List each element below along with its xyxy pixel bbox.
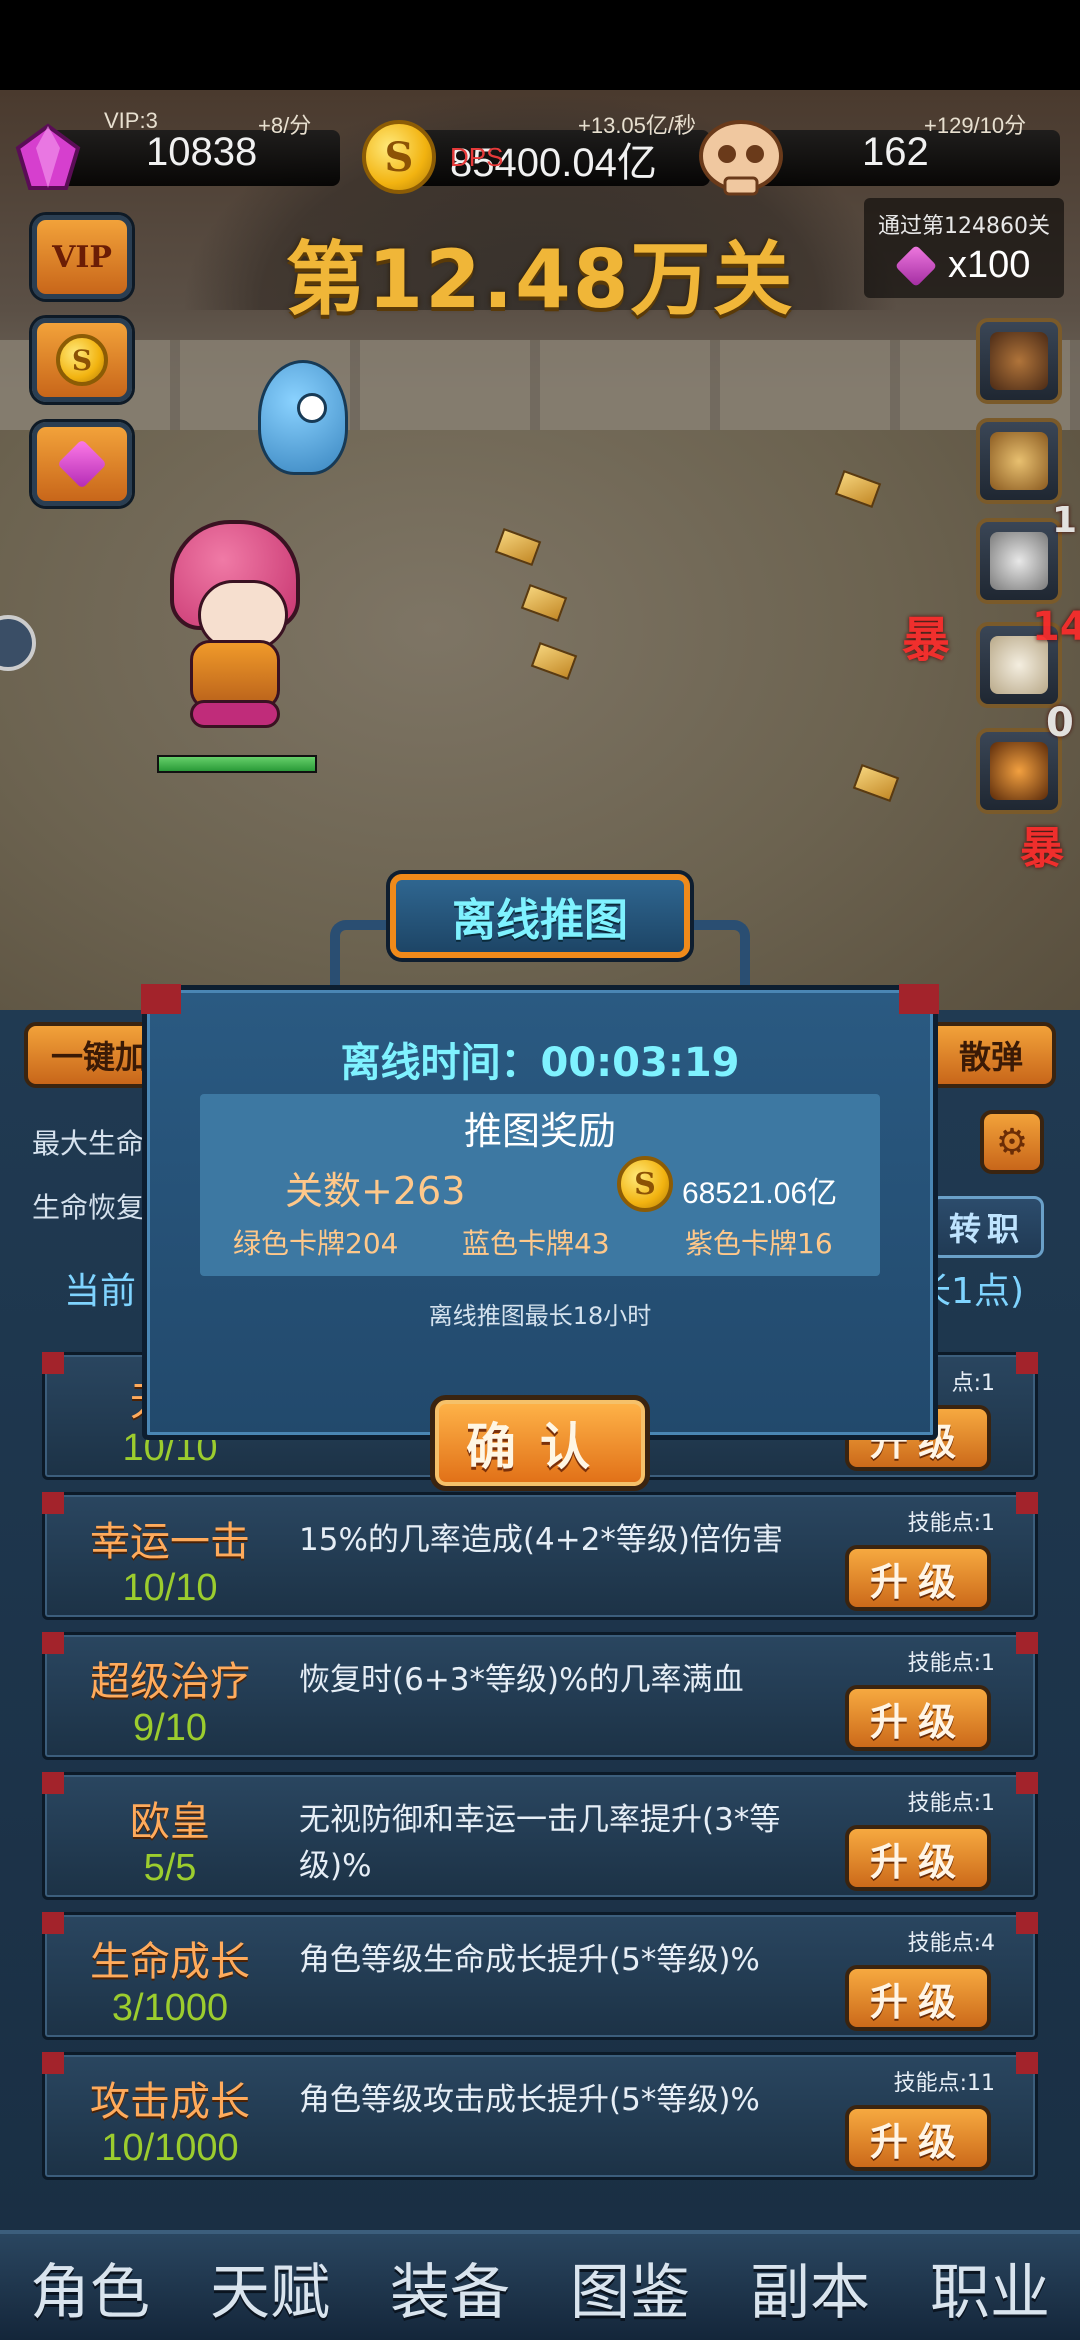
dialog-title: 离线推图	[390, 874, 690, 958]
reward-blue-cards: 蓝色卡牌43	[462, 1227, 610, 1260]
confirm-button[interactable]: 确认	[430, 1395, 650, 1491]
offline-time: 离线时间：00:03:19	[340, 1040, 740, 1086]
dialog-corner	[899, 984, 939, 1014]
reward-stage-gain: 关数+263	[285, 1169, 466, 1213]
reward-green-cards: 绿色卡牌204	[233, 1227, 399, 1260]
reward-purple-cards: 紫色卡牌16	[685, 1227, 833, 1260]
coin-icon: S	[617, 1156, 673, 1212]
reward-gold-gain: 68521.06亿	[682, 1177, 838, 1210]
offline-limit-note: 离线推图最长18小时	[428, 1302, 652, 1330]
dialog-corner	[141, 984, 181, 1014]
reward-title: 推图奖励	[463, 1109, 616, 1153]
